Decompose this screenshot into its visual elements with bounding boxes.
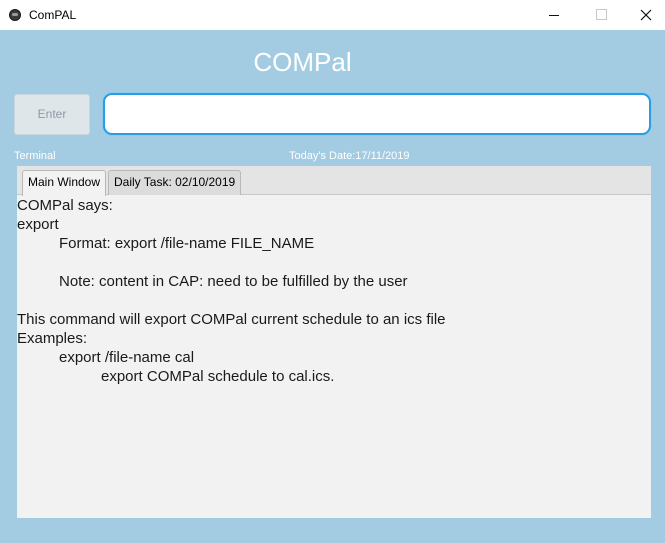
tab-daily-task[interactable]: Daily Task: 02/10/2019 xyxy=(108,170,242,195)
output-line: Format: export /file-name FILE_NAME xyxy=(59,235,315,252)
terminal-label: Terminal xyxy=(14,150,56,162)
title-bar: ComPAL xyxy=(0,0,665,30)
output-line: This command will export COMPal current … xyxy=(17,311,446,328)
today-date-label: Today's Date:17/11/2019 xyxy=(289,150,410,162)
output-line: export /file-name cal xyxy=(59,349,195,366)
minimize-icon[interactable] xyxy=(531,0,577,30)
output-line: Examples: xyxy=(17,330,88,347)
tab-header: Main Window Daily Task: 02/10/2019 xyxy=(17,166,651,196)
output-line: Note: content in CAP: need to be fulfill… xyxy=(59,273,408,290)
command-input[interactable] xyxy=(103,93,651,135)
window-title: ComPAL xyxy=(29,8,77,22)
output-line: COMPal says: xyxy=(17,197,113,214)
maximize-icon[interactable] xyxy=(577,0,623,30)
tab-main-window[interactable]: Main Window xyxy=(22,170,107,196)
close-icon[interactable] xyxy=(623,0,665,30)
enter-button[interactable]: Enter xyxy=(14,94,90,135)
app-heading: COMPal xyxy=(253,47,352,77)
output-line: export xyxy=(17,216,59,233)
output-line: export COMPal schedule to cal.ics. xyxy=(101,368,335,385)
tab-pane: Main Window Daily Task: 02/10/2019 COMPa… xyxy=(17,166,651,518)
app-icon xyxy=(9,9,21,21)
terminal-output: COMPal says: export Format: export /file… xyxy=(17,196,651,386)
